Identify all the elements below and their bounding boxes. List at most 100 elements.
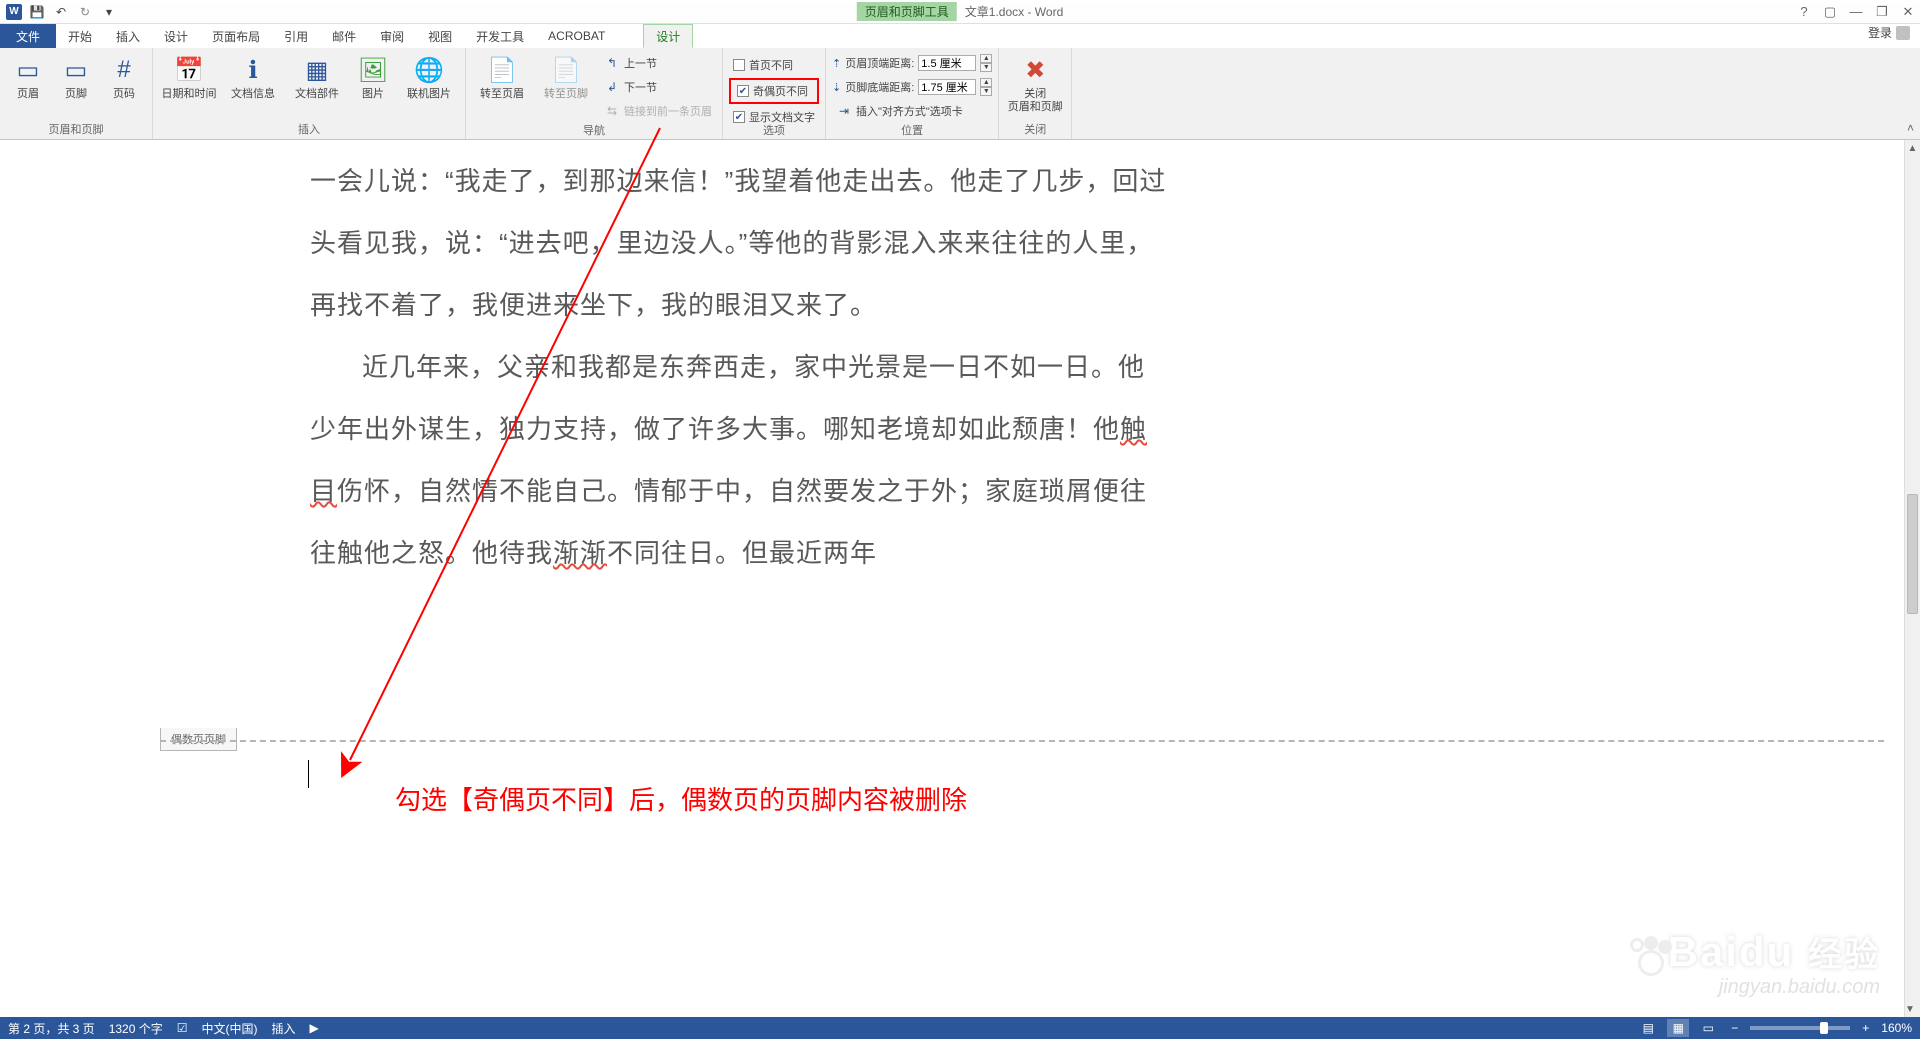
goto-footer-button[interactable]: 📄 转至页脚 xyxy=(536,50,596,105)
docinfo-icon: ℹ xyxy=(237,54,269,86)
login-button[interactable]: 登录 xyxy=(1868,24,1910,41)
help-icon[interactable]: ? xyxy=(1796,4,1812,20)
document-area[interactable]: 一会儿说：“我走了，到那边来信！”我望着他走出去。他走了几步，回过头看见我，说：… xyxy=(0,140,1904,1017)
datetime-button[interactable]: 📅 日期和时间 xyxy=(159,50,219,105)
collapse-ribbon-icon[interactable]: ˄ xyxy=(1905,119,1916,137)
page-body-text: 一会儿说：“我走了，到那边来信！”我望着他走出去。他走了几步，回过头看见我，说：… xyxy=(160,140,1320,604)
document-title: 文章1.docx - Word xyxy=(965,3,1063,20)
scroll-thumb[interactable] xyxy=(1907,494,1918,614)
picture-button[interactable]: 🖼 图片 xyxy=(351,50,395,105)
ribbon-tabs: 文件 开始 插入 设计 页面布局 引用 邮件 审阅 视图 开发工具 ACROBA… xyxy=(0,24,1920,48)
zoom-level[interactable]: 160% xyxy=(1881,1021,1912,1035)
zoom-out-icon[interactable]: − xyxy=(1727,1021,1742,1035)
link-previous-label: 链接到前一条页眉 xyxy=(624,103,712,119)
group-close: ✖ 关闭页眉和页脚 关闭 xyxy=(999,48,1072,139)
tab-hf-design[interactable]: 设计 xyxy=(643,24,693,48)
group-header-footer: ▭ 页眉 ▭ 页脚 # 页码 页眉和页脚 xyxy=(0,48,153,139)
footer-dist-input[interactable] xyxy=(918,79,976,95)
calendar-icon: 📅 xyxy=(173,54,205,86)
close-icon[interactable]: ✕ xyxy=(1900,4,1916,20)
group-options-label: 选项 xyxy=(729,122,819,140)
docparts-button[interactable]: ▦ 文档部件 xyxy=(287,50,347,105)
tab-mailings[interactable]: 邮件 xyxy=(320,24,368,48)
docinfo-button[interactable]: ℹ 文档信息 xyxy=(223,50,283,105)
word-count[interactable]: 1320 个字 xyxy=(109,1020,163,1037)
group-insert: 📅 日期和时间 ℹ 文档信息 ▦ 文档部件 🖼 图片 🌐 联机图片 插入 xyxy=(153,48,466,139)
footer-distance-row: ⇣ 页脚底端距离: ▲▼ xyxy=(832,76,992,98)
diff-first-label: 首页不同 xyxy=(749,57,793,73)
status-bar: 第 2 页，共 3 页 1320 个字 ☑ 中文(中国) 插入 ▶ ▤ ▦ ▭ … xyxy=(0,1017,1920,1039)
next-section-label: 下一节 xyxy=(624,79,657,95)
tab-insert[interactable]: 插入 xyxy=(104,24,152,48)
minimize-icon[interactable]: — xyxy=(1848,4,1864,20)
header-dist-icon: ⇡ xyxy=(832,57,841,70)
checkbox-checked-icon: ✔ xyxy=(737,85,749,97)
insert-mode[interactable]: 插入 xyxy=(271,1020,295,1037)
tab-home[interactable]: 开始 xyxy=(56,24,104,48)
diff-odd-even-checkbox[interactable]: ✔ 奇偶页不同 xyxy=(733,80,815,102)
picture-icon: 🖼 xyxy=(357,54,389,86)
tab-developer[interactable]: 开发工具 xyxy=(464,24,536,48)
insert-align-tab-button[interactable]: ⇥ 插入"对齐方式"选项卡 xyxy=(832,100,992,122)
link-previous-button: ⇆ 链接到前一条页眉 xyxy=(600,100,716,122)
picture-label: 图片 xyxy=(362,88,384,101)
prev-section-button[interactable]: ↰ 上一节 xyxy=(600,52,716,74)
scroll-down-icon[interactable]: ▼ xyxy=(1905,1001,1915,1017)
goto-header-button[interactable]: 📄 转至页眉 xyxy=(472,50,532,105)
next-section-button[interactable]: ↲ 下一节 xyxy=(600,76,716,98)
restore-icon[interactable]: ❐ xyxy=(1874,4,1890,20)
redo-icon[interactable]: ↻ xyxy=(76,3,94,21)
header-dist-spinner[interactable]: ▲▼ xyxy=(980,54,992,72)
header-button[interactable]: ▭ 页眉 xyxy=(6,50,50,105)
zoom-in-icon[interactable]: + xyxy=(1858,1021,1873,1035)
diff-first-page-checkbox[interactable]: 首页不同 xyxy=(729,54,819,76)
tab-acrobat[interactable]: ACROBAT xyxy=(536,24,617,48)
save-icon[interactable]: 💾 xyxy=(28,3,46,21)
tab-references[interactable]: 引用 xyxy=(272,24,320,48)
tab-file[interactable]: 文件 xyxy=(0,24,56,48)
text-cursor xyxy=(308,760,309,788)
web-layout-icon[interactable]: ▭ xyxy=(1697,1019,1719,1037)
tab-view[interactable]: 视图 xyxy=(416,24,464,48)
scroll-track[interactable] xyxy=(1905,156,1920,1001)
next-section-icon: ↲ xyxy=(604,79,620,95)
tab-review[interactable]: 审阅 xyxy=(368,24,416,48)
scroll-up-icon[interactable]: ▲ xyxy=(1905,140,1920,156)
zoom-handle[interactable] xyxy=(1820,1022,1828,1034)
language-indicator[interactable]: 中文(中国) xyxy=(201,1020,257,1037)
spellcheck-icon[interactable]: ☑ xyxy=(177,1021,188,1035)
zoom-slider[interactable] xyxy=(1750,1026,1850,1030)
vertical-scrollbar[interactable]: ▲ ▼ xyxy=(1904,140,1920,1017)
group-position: ⇡ 页眉顶端距离: ▲▼ ⇣ 页脚底端距离: ▲▼ ⇥ 插入"对齐方式"选项卡 … xyxy=(826,48,999,139)
footer-dist-spinner[interactable]: ▲▼ xyxy=(980,78,992,96)
ribbon-display-icon[interactable]: ▢ xyxy=(1822,4,1838,20)
ribbon: ▭ 页眉 ▭ 页脚 # 页码 页眉和页脚 📅 日期和时间 ℹ 文档信息 xyxy=(0,48,1920,140)
macro-icon[interactable]: ▶ xyxy=(310,1021,319,1035)
header-dist-input[interactable] xyxy=(918,55,976,71)
page-number-button[interactable]: # 页码 xyxy=(102,50,146,105)
prev-section-icon: ↰ xyxy=(604,55,620,71)
group-options: 首页不同 ✔ 奇偶页不同 ✔ 显示文档文字 选项 xyxy=(723,48,826,139)
undo-icon[interactable]: ↶ xyxy=(52,3,70,21)
goto-footer-icon: 📄 xyxy=(550,54,582,86)
title-center: 页眉和页脚工具 文章1.docx - Word xyxy=(857,2,1064,21)
docparts-label: 文档部件 xyxy=(295,88,339,101)
group-navigation-label: 导航 xyxy=(472,122,716,140)
goto-footer-label: 转至页脚 xyxy=(544,88,588,101)
page-indicator[interactable]: 第 2 页，共 3 页 xyxy=(8,1020,95,1037)
word-app-icon: W xyxy=(6,4,22,20)
tab-layout[interactable]: 页面布局 xyxy=(200,24,272,48)
close-header-footer-button[interactable]: ✖ 关闭页眉和页脚 xyxy=(1005,50,1065,118)
pagenumber-icon: # xyxy=(108,54,140,86)
page: 一会儿说：“我走了，到那边来信！”我望着他走出去。他走了几步，回过头看见我，说：… xyxy=(160,140,1320,604)
read-mode-icon[interactable]: ▤ xyxy=(1637,1019,1659,1037)
footer-dist-label: 页脚底端距离: xyxy=(845,79,914,95)
footer-button[interactable]: ▭ 页脚 xyxy=(54,50,98,105)
tab-design[interactable]: 设计 xyxy=(152,24,200,48)
footer-label: 页脚 xyxy=(65,88,87,101)
diff-odd-even-highlight: ✔ 奇偶页不同 xyxy=(729,78,819,104)
online-picture-button[interactable]: 🌐 联机图片 xyxy=(399,50,459,105)
print-layout-icon[interactable]: ▦ xyxy=(1667,1019,1689,1037)
qat-customize-icon[interactable]: ▾ xyxy=(100,3,118,21)
diff-odd-even-label: 奇偶页不同 xyxy=(753,83,808,99)
